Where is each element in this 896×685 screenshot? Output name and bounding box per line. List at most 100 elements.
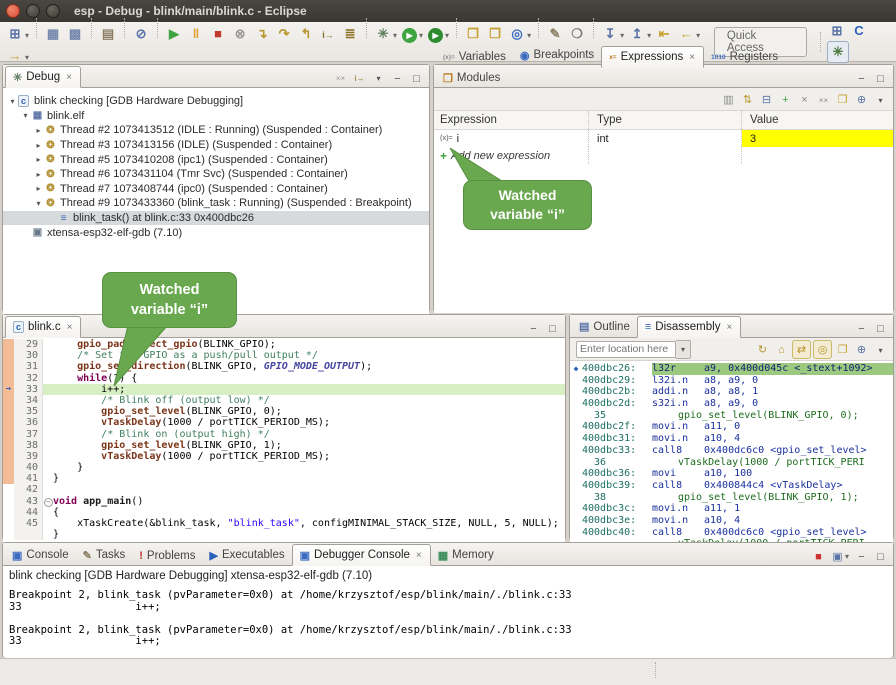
debug-launch-icon-dropdown[interactable]: ▾ — [393, 31, 397, 40]
step-return-icon[interactable]: ↰ — [296, 24, 316, 44]
debug-tree-row[interactable]: ▾cblink checking [GDB Hardware Debugging… — [3, 94, 429, 109]
tab-debugger-console[interactable]: ▣Debugger Console× — [292, 544, 431, 566]
minimize-icon[interactable]: − — [525, 320, 542, 337]
step-into-icon[interactable]: ↴ — [252, 24, 272, 44]
remove-all-expressions-icon[interactable]: ×× — [815, 92, 832, 109]
open-resource-icon[interactable]: ❐ — [485, 24, 505, 44]
maximize-icon[interactable]: □ — [872, 70, 889, 87]
instruction-pointer-icon[interactable]: → — [3, 384, 14, 395]
last-edit-location-icon[interactable]: ⇤ — [654, 24, 674, 44]
maximize-icon[interactable]: □ — [872, 320, 889, 337]
search-icon[interactable]: ◎ — [507, 24, 527, 44]
refresh-icon[interactable]: ↻ — [754, 341, 771, 358]
close-icon[interactable]: × — [688, 51, 696, 64]
location-input[interactable] — [576, 341, 676, 358]
tab-tasks[interactable]: ✎Tasks — [76, 545, 133, 565]
open-element-icon[interactable]: ❍ — [567, 24, 587, 44]
save-icon[interactable]: ▦ — [43, 24, 63, 44]
next-annotation-icon-dropdown[interactable]: ▾ — [620, 31, 624, 40]
show-type-names-icon[interactable]: ▥ — [720, 91, 737, 108]
forward-icon[interactable]: → — [5, 45, 25, 65]
skip-all-breakpoints-icon[interactable]: ⊘ — [131, 24, 151, 44]
expander-icon[interactable]: ▸ — [33, 184, 44, 193]
view-menu-icon[interactable]: ▾ — [872, 342, 889, 359]
display-console-icon[interactable]: ▣ — [829, 548, 846, 565]
sync-context-icon[interactable]: ⇄ — [792, 340, 811, 359]
back-icon[interactable]: ← — [676, 24, 696, 44]
new-wizard-icon[interactable]: ⊞ — [5, 24, 25, 44]
external-tools-icon-dropdown[interactable]: ▾ — [445, 31, 449, 40]
minimize-icon[interactable]: − — [853, 70, 870, 87]
debug-tree-row[interactable]: ▣xtensa-esp32-elf-gdb (7.10) — [3, 225, 429, 240]
window-minimize-button[interactable] — [26, 4, 40, 18]
tab-disassembly[interactable]: ≡Disassembly× — [637, 316, 741, 338]
next-annotation-icon[interactable]: ↧ — [600, 24, 620, 44]
instruction-stepping-mode-icon[interactable]: i→ — [351, 70, 368, 87]
open-perspective-icon[interactable]: ⊞ — [827, 21, 847, 41]
suspend-icon[interactable]: ‖ — [186, 24, 206, 44]
close-icon[interactable]: × — [415, 549, 423, 562]
debug-tree-row[interactable]: ≡blink_task() at blink.c:33 0x400dbc26 — [3, 211, 429, 226]
expander-icon[interactable]: ▾ — [7, 97, 18, 106]
previous-annotation-icon-dropdown[interactable]: ▾ — [647, 31, 651, 40]
maximize-icon[interactable]: □ — [408, 70, 425, 87]
perspective-cpp-button[interactable]: C — [849, 20, 869, 40]
maximize-icon[interactable]: □ — [872, 548, 889, 565]
tab-blink-c[interactable]: cblink.c× — [5, 316, 81, 338]
build-icon[interactable]: ▤ — [98, 24, 118, 44]
fold-collapse-icon[interactable]: − — [43, 496, 53, 507]
step-over-icon[interactable]: ↷ — [274, 24, 294, 44]
mark-occurrences-icon[interactable]: ✎ — [545, 24, 565, 44]
minimize-icon[interactable]: − — [389, 70, 406, 87]
disconnect-icon[interactable]: ⊗ — [230, 24, 250, 44]
close-icon[interactable]: × — [66, 321, 74, 334]
previous-annotation-icon[interactable]: ↥ — [627, 24, 647, 44]
debug-tree-row[interactable]: ▾❂Thread #9 1073433360 (blink_task : Run… — [3, 196, 429, 211]
back-icon-dropdown[interactable]: ▾ — [696, 31, 700, 40]
remove-expression-icon[interactable]: × — [796, 91, 813, 108]
forward-icon-dropdown[interactable]: ▾ — [25, 53, 29, 62]
tab-debug[interactable]: ✳Debug× — [5, 66, 81, 88]
debug-tree-row[interactable]: ▸❂Thread #3 1073413156 (IDLE) (Suspended… — [3, 138, 429, 153]
window-close-button[interactable] — [6, 4, 20, 18]
expander-icon[interactable]: ▸ — [33, 170, 44, 179]
view-menu-icon[interactable]: ▾ — [370, 70, 387, 87]
minimize-icon[interactable]: − — [853, 320, 870, 337]
tab-registers[interactable]: 1010Registers — [704, 47, 785, 67]
expander-icon[interactable]: ▸ — [33, 141, 44, 150]
new-wizard-icon-dropdown[interactable]: ▾ — [25, 31, 29, 40]
console-content[interactable]: blink checking [GDB Hardware Debugging] … — [3, 566, 893, 658]
tab-outline[interactable]: ▤Outline — [572, 317, 637, 337]
open-type-icon[interactable]: ❒ — [463, 24, 483, 44]
maximize-icon[interactable]: □ — [544, 320, 561, 337]
tab-executables[interactable]: ▶Executables — [202, 545, 291, 565]
resume-icon[interactable]: ▶ — [164, 24, 184, 44]
new-view-icon[interactable]: ❐ — [834, 341, 851, 358]
new-view-icon[interactable]: ❐ — [834, 91, 851, 108]
run-launch-icon-dropdown[interactable]: ▾ — [419, 31, 423, 40]
tab-problems[interactable]: !Problems — [132, 546, 202, 566]
show-source-icon[interactable]: ◎ — [813, 340, 832, 359]
tab-breakpoints[interactable]: ◉Breakpoints — [513, 45, 601, 65]
debug-tree-row[interactable]: ▸❂Thread #2 1073413512 (IDLE : Running) … — [3, 123, 429, 138]
search-icon-dropdown[interactable]: ▾ — [527, 31, 531, 40]
window-maximize-button[interactable] — [46, 4, 60, 18]
view-menu-icon[interactable]: ▾ — [872, 92, 889, 109]
debug-tree-row[interactable]: ▸❂Thread #7 1073408744 (ipc0) (Suspended… — [3, 182, 429, 197]
pin-view-icon[interactable]: ⊕ — [853, 341, 870, 358]
debug-tree-row[interactable]: ▾▦blink.elf — [3, 109, 429, 124]
debug-tree-row[interactable]: ▸❂Thread #6 1073431104 (Tmr Svc) (Suspen… — [3, 167, 429, 182]
save-all-icon[interactable]: ▩ — [65, 24, 85, 44]
add-expression-icon[interactable]: + — [777, 91, 794, 108]
column-type[interactable]: Type — [589, 111, 742, 129]
instruction-stepping-icon[interactable]: i→ — [318, 25, 338, 45]
location-dropdown-icon[interactable]: ▾ — [676, 340, 691, 359]
use-step-filters-icon[interactable]: ≣ — [340, 24, 360, 44]
expander-icon[interactable]: ▾ — [33, 199, 44, 208]
tab-variables[interactable]: (x)=Variables — [436, 47, 513, 67]
expander-icon[interactable]: ▸ — [33, 155, 44, 164]
collapse-all-icon[interactable]: ⊟ — [758, 91, 775, 108]
close-icon[interactable]: × — [725, 321, 733, 334]
column-expression[interactable]: Expression — [434, 111, 589, 129]
pin-view-icon[interactable]: ⊕ — [853, 91, 870, 108]
